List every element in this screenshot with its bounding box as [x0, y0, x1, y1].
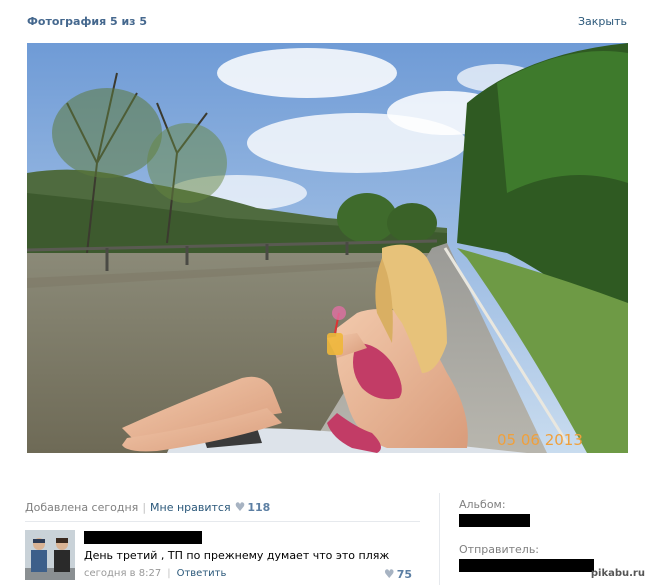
added-date-text: Добавлена сегодня — [25, 501, 139, 514]
album-value-redacted[interactable] — [459, 514, 530, 527]
separator: | — [142, 501, 147, 514]
heart-icon: ♥ — [383, 567, 395, 581]
photo-scene: 05 06 2013 — [27, 43, 628, 453]
comment-text: День третий , ТП по прежнему думает что … — [84, 549, 390, 562]
photo-date-stamp: 05 06 2013 — [497, 431, 583, 449]
divider — [25, 521, 420, 522]
comment: День третий , ТП по прежнему думает что … — [25, 530, 420, 585]
sender-label: Отправитель: — [459, 543, 540, 556]
album-label: Альбом: — [459, 498, 506, 511]
comment-like-count: 75 — [396, 568, 412, 581]
reply-button[interactable]: Ответить — [177, 568, 227, 579]
watermark: pikabu.ru — [590, 568, 645, 579]
photo-image[interactable]: 05 06 2013 — [27, 43, 628, 453]
comment-time: сегодня в 8:27 — [84, 568, 162, 579]
sender-value-redacted[interactable] — [459, 559, 594, 572]
photo-viewer-header: Фотография 5 из 5 Закрыть — [0, 0, 653, 42]
like-button[interactable]: Мне нравится — [150, 501, 231, 514]
like-count: 118 — [247, 501, 271, 514]
photo-counter-title: Фотография 5 из 5 — [27, 15, 148, 28]
comment-author-redacted[interactable] — [84, 531, 202, 544]
comment-like-button[interactable]: ♥ 75 — [384, 567, 412, 581]
photo-sidebar: Альбом: Отправитель: — [459, 498, 639, 572]
avatar-image — [25, 530, 75, 580]
avatar[interactable] — [25, 530, 75, 580]
separator: | — [167, 568, 171, 579]
divider-vertical — [439, 493, 440, 585]
close-link[interactable]: Закрыть — [578, 15, 627, 28]
heart-icon[interactable]: ♥ — [235, 500, 246, 514]
photo-info-row: Добавлена сегодня | Мне нравится ♥ 118 — [25, 500, 270, 514]
comment-meta: сегодня в 8:27 | Ответить — [84, 568, 226, 579]
